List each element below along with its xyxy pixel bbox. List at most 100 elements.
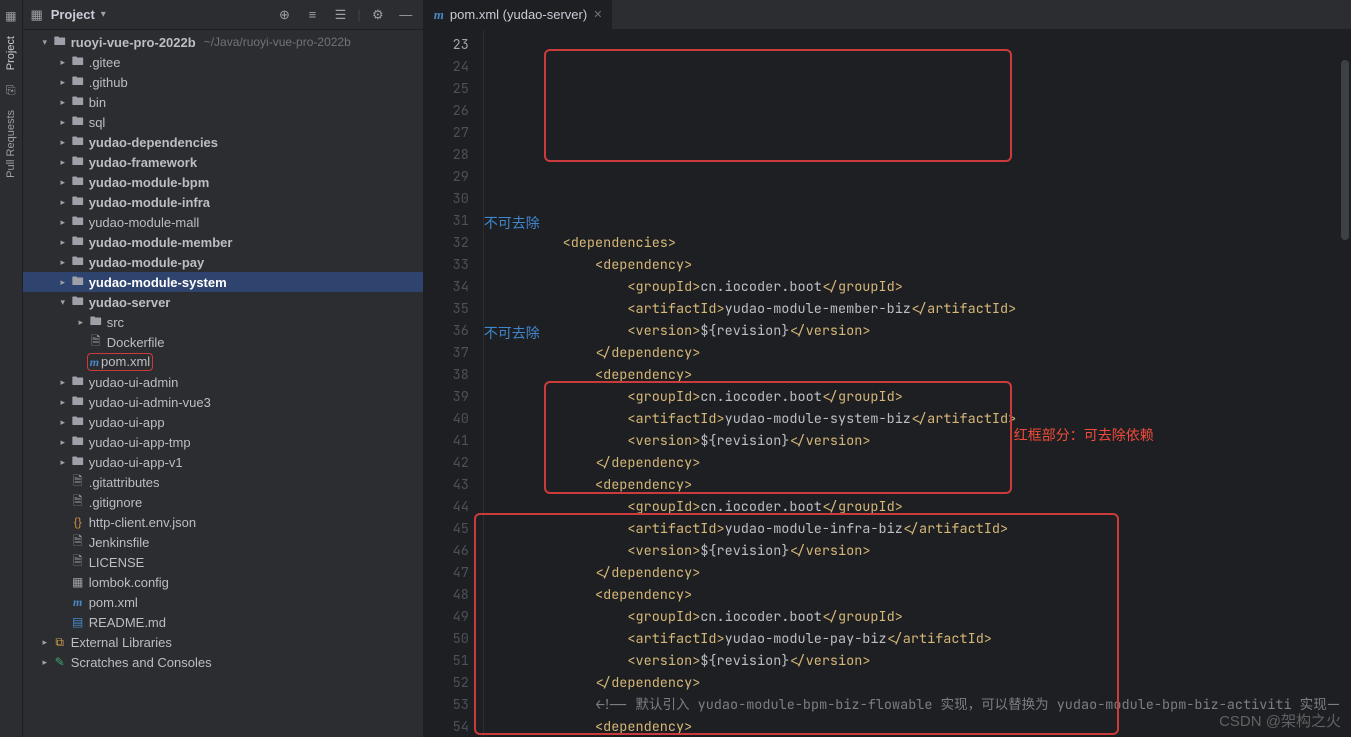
line-number: 45: [424, 518, 469, 540]
editor-tab-pom[interactable]: m pom.xml (yudao-server) ✕: [424, 0, 614, 30]
tree-arrow-icon[interactable]: ▸: [57, 237, 69, 248]
tree-row-yudao-module-system[interactable]: ▸🖿yudao-module-system: [23, 272, 423, 292]
code-line: <dependency>: [498, 584, 1351, 606]
line-number: 37: [424, 342, 469, 364]
pull-requests-icon[interactable]: ⎘: [3, 82, 19, 98]
tree-arrow-icon[interactable]: ▸: [57, 417, 69, 428]
pull-requests-tab[interactable]: Pull Requests: [3, 102, 19, 186]
tree-row--github[interactable]: ▸🖿.github: [23, 72, 423, 92]
folder-b-icon: 🖿: [69, 232, 87, 253]
tree-arrow-icon[interactable]: ▸: [57, 457, 69, 468]
chevron-down-icon[interactable]: ▾: [101, 9, 106, 20]
tree-row-yudao-module-infra[interactable]: ▸🖿yudao-module-infra: [23, 192, 423, 212]
line-number: 28: [424, 144, 469, 166]
tree-row-dockerfile[interactable]: ▸🗎Dockerfile: [23, 332, 423, 352]
editor[interactable]: 2324252627282930313233343536373839404142…: [424, 30, 1351, 737]
maven-icon: m: [69, 595, 87, 610]
line-number: 52: [424, 672, 469, 694]
tree-arrow-icon[interactable]: ▸: [57, 217, 69, 228]
json-icon: {}: [69, 515, 87, 529]
tree-row-yudao-ui-admin[interactable]: ▸🖿yudao-ui-admin: [23, 372, 423, 392]
tree-row-jenkinsfile[interactable]: ▸🗎Jenkinsfile: [23, 532, 423, 552]
tree-row-sql[interactable]: ▸🖿sql: [23, 112, 423, 132]
tree-arrow-icon[interactable]: ▸: [57, 437, 69, 448]
tree-row-src[interactable]: ▸🖿src: [23, 312, 423, 332]
tree-row-pom-xml[interactable]: ▸mpom.xml: [23, 352, 423, 372]
tree-arrow-icon[interactable]: ▸: [57, 137, 69, 148]
code-line: <artifactId>yudao-module-system-biz</art…: [498, 408, 1351, 430]
tree-row-readme-md[interactable]: ▸▤README.md: [23, 612, 423, 632]
line-number: 41: [424, 430, 469, 452]
tree-arrow-icon[interactable]: ▾: [57, 297, 69, 308]
tree-row-yudao-ui-app-tmp[interactable]: ▸🖿yudao-ui-app-tmp: [23, 432, 423, 452]
line-number: 26: [424, 100, 469, 122]
tree-row-license[interactable]: ▸🗎LICENSE: [23, 552, 423, 572]
tree-row-pom-xml[interactable]: ▸mpom.xml: [23, 592, 423, 612]
line-number: 42: [424, 452, 469, 474]
code-line: </dependency>: [498, 342, 1351, 364]
tree-row-yudao-dependencies[interactable]: ▸🖿yudao-dependencies: [23, 132, 423, 152]
tree-row-ruoyi-vue-pro-2022b[interactable]: ▾🖿ruoyi-vue-pro-2022b~/Java/ruoyi-vue-pr…: [23, 32, 423, 52]
tree-row-yudao-module-pay[interactable]: ▸🖿yudao-module-pay: [23, 252, 423, 272]
root-icon: 🖿: [51, 32, 69, 53]
tree-row-yudao-module-mall[interactable]: ▸🖿yudao-module-mall: [23, 212, 423, 232]
sidebar-title[interactable]: Project: [51, 7, 95, 22]
tree-arrow-icon[interactable]: ▸: [57, 277, 69, 288]
tree-row-yudao-ui-app-v1[interactable]: ▸🖿yudao-ui-app-v1: [23, 452, 423, 472]
tree-row-yudao-ui-admin-vue3[interactable]: ▸🖿yudao-ui-admin-vue3: [23, 392, 423, 412]
project-tool-icon[interactable]: ▦: [3, 8, 19, 24]
tree-row-yudao-server[interactable]: ▾🖿yudao-server: [23, 292, 423, 312]
tree-row-http-client-env-json[interactable]: ▸{}http-client.env.json: [23, 512, 423, 532]
tree-arrow-icon[interactable]: ▸: [57, 157, 69, 168]
tree-row-scratches-and-consoles[interactable]: ▸✎Scratches and Consoles: [23, 652, 423, 672]
project-tab[interactable]: Project: [3, 28, 19, 78]
code-content[interactable]: 不可去除 不可去除 红框部分：可去除依赖 <dependencies> <dep…: [484, 30, 1351, 737]
tree-label: sql: [87, 115, 106, 130]
tree-row-bin[interactable]: ▸🖿bin: [23, 92, 423, 112]
tree-row-lombok-config[interactable]: ▸▦lombok.config: [23, 572, 423, 592]
tree-row--gitignore[interactable]: ▸🗎.gitignore: [23, 492, 423, 512]
tree-row-yudao-module-member[interactable]: ▸🖿yudao-module-member: [23, 232, 423, 252]
line-number: 35: [424, 298, 469, 320]
tree-label: yudao-module-bpm: [87, 175, 210, 190]
locate-icon[interactable]: ⊕: [273, 4, 295, 26]
gear-icon[interactable]: ⚙: [367, 4, 389, 26]
close-icon[interactable]: ✕: [593, 8, 602, 21]
tree-arrow-icon[interactable]: ▸: [57, 97, 69, 108]
tree-arrow-icon[interactable]: ▸: [39, 657, 51, 668]
vertical-scrollbar[interactable]: [1339, 30, 1351, 737]
line-number: 47: [424, 562, 469, 584]
expand-all-icon[interactable]: ≡: [301, 4, 323, 26]
tree-arrow-icon[interactable]: ▸: [57, 177, 69, 188]
tree-row-external-libraries[interactable]: ▸⧉External Libraries: [23, 632, 423, 652]
collapse-all-icon[interactable]: ☰: [329, 4, 351, 26]
line-number: 49: [424, 606, 469, 628]
tree-label: yudao-ui-admin: [87, 375, 179, 390]
tree-label: External Libraries: [69, 635, 172, 650]
tree-arrow-icon[interactable]: ▸: [57, 377, 69, 388]
tree-row-yudao-module-bpm[interactable]: ▸🖿yudao-module-bpm: [23, 172, 423, 192]
code-line: <groupId>cn.iocoder.boot</groupId>: [498, 276, 1351, 298]
tree-arrow-icon[interactable]: ▸: [57, 117, 69, 128]
hide-icon[interactable]: —: [395, 4, 417, 26]
tree-label: yudao-ui-app-v1: [87, 455, 183, 470]
tree-label: yudao-module-member: [87, 235, 233, 250]
scrollbar-thumb[interactable]: [1341, 60, 1349, 240]
tree-arrow-icon[interactable]: ▸: [57, 257, 69, 268]
folder-b-icon: 🖿: [69, 292, 87, 313]
line-number: 40: [424, 408, 469, 430]
line-number: 39: [424, 386, 469, 408]
tree-arrow-icon[interactable]: ▸: [57, 197, 69, 208]
tree-row-yudao-framework[interactable]: ▸🖿yudao-framework: [23, 152, 423, 172]
tree-arrow-icon[interactable]: ▸: [57, 397, 69, 408]
tree-row--gitattributes[interactable]: ▸🗎.gitattributes: [23, 472, 423, 492]
tree-row-yudao-ui-app[interactable]: ▸🖿yudao-ui-app: [23, 412, 423, 432]
tree-arrow-icon[interactable]: ▸: [75, 317, 87, 328]
tree-arrow-icon[interactable]: ▾: [39, 37, 51, 48]
code-line: <groupId>cn.iocoder.boot</groupId>: [498, 496, 1351, 518]
tree-arrow-icon[interactable]: ▸: [57, 57, 69, 68]
tree-arrow-icon[interactable]: ▸: [39, 637, 51, 648]
tree-arrow-icon[interactable]: ▸: [57, 77, 69, 88]
tree-row--gitee[interactable]: ▸🖿.gitee: [23, 52, 423, 72]
project-tree[interactable]: ▾🖿ruoyi-vue-pro-2022b~/Java/ruoyi-vue-pr…: [23, 30, 423, 737]
